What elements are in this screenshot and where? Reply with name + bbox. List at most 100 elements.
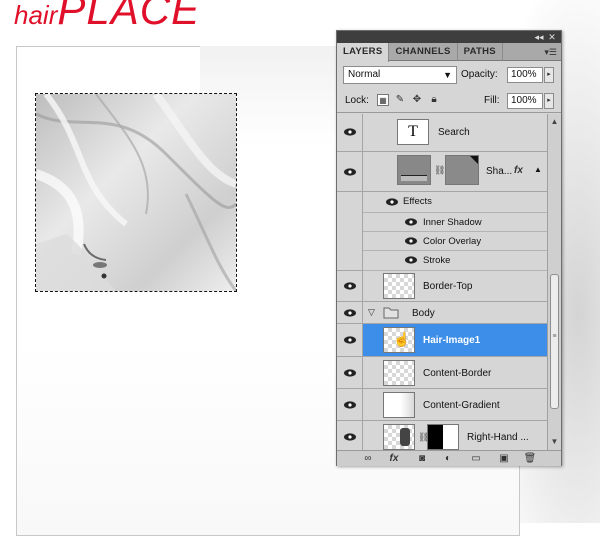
layers-scrollbar[interactable]: ▲ ≡ ▼ xyxy=(547,114,561,450)
collapse-icon[interactable]: ◂◂ xyxy=(533,31,545,43)
effect-stroke[interactable]: Stroke xyxy=(363,251,547,271)
layer-thumb: ☝ xyxy=(383,327,415,353)
eye-icon[interactable] xyxy=(344,282,356,290)
add-mask-icon[interactable]: ◙ xyxy=(415,453,429,465)
logo-large-text: PLACE xyxy=(57,0,201,33)
tab-channels[interactable]: CHANNELS xyxy=(389,43,458,61)
link-layers-icon[interactable]: ∞ xyxy=(361,453,375,465)
collapse-effects-icon[interactable]: ▲ xyxy=(534,165,542,174)
layer-name: Content-Border xyxy=(423,368,492,379)
blend-mode-value: Normal xyxy=(348,69,381,80)
layer-right-hand[interactable]: ⛓ Right-Hand ... xyxy=(337,421,547,450)
eye-icon[interactable] xyxy=(344,369,356,377)
fx-icon[interactable]: fx xyxy=(514,165,523,176)
scroll-thumb[interactable]: ≡ xyxy=(550,274,559,409)
effects-header[interactable]: Effects xyxy=(363,192,547,213)
fill-stepper[interactable]: ▸ xyxy=(544,93,554,109)
blend-mode-select[interactable]: Normal ▼ xyxy=(343,66,457,84)
visibility-cell[interactable] xyxy=(337,421,363,450)
opacity-field[interactable]: 100% xyxy=(507,67,543,83)
logo: hairPLACE xyxy=(14,0,200,34)
visibility-cell[interactable] xyxy=(337,357,363,388)
chevron-down-icon: ▼ xyxy=(443,70,452,80)
lock-all-icon[interactable]: 🔒︎ xyxy=(428,94,440,106)
eye-icon[interactable] xyxy=(344,401,356,409)
eye-icon[interactable] xyxy=(405,256,417,264)
logo-small-text: hair xyxy=(14,0,58,30)
effect-name: Stroke xyxy=(423,255,451,266)
layer-search[interactable]: T Search xyxy=(337,114,547,152)
layer-content-gradient[interactable]: Content-Gradient xyxy=(337,389,547,421)
lock-row: Lock: ▦ ✎ ✥ 🔒︎ Fill: 100% ▸ xyxy=(337,89,561,113)
add-style-icon[interactable]: fx xyxy=(387,453,401,465)
visibility-cell[interactable] xyxy=(337,389,363,420)
layers-list: T Search ⛓ Sha... fx ▲ Effects Inner Sha… xyxy=(337,114,547,450)
scroll-up-icon[interactable]: ▲ xyxy=(549,116,560,128)
layer-name: Body xyxy=(412,308,435,319)
layer-thumb xyxy=(383,392,415,418)
visibility-cell[interactable] xyxy=(337,271,363,301)
fill-label: Fill: xyxy=(484,95,500,106)
link-icon[interactable]: ⛓ xyxy=(434,165,445,176)
close-icon[interactable]: ✕ xyxy=(546,31,558,43)
layer-shape[interactable]: ⛓ Sha... fx ▲ xyxy=(337,152,547,192)
layer-name: Sha... xyxy=(486,166,513,177)
eye-icon[interactable] xyxy=(405,237,417,245)
shape-fill-thumb xyxy=(397,155,431,185)
effects-eye-column xyxy=(337,192,363,271)
opacity-label: Opacity: xyxy=(461,69,498,80)
group-expand-icon[interactable]: ▽ xyxy=(368,307,375,318)
scroll-down-icon[interactable]: ▼ xyxy=(549,436,560,448)
layer-name: Search xyxy=(438,127,470,138)
tab-paths[interactable]: PATHS xyxy=(458,43,503,61)
selection-marquee xyxy=(35,93,237,292)
layers-panel: ◂◂ ✕ LAYERS CHANNELS PATHS ▾☰ Normal ▼ O… xyxy=(336,30,562,466)
panel-menu-icon[interactable]: ▾☰ xyxy=(544,47,557,58)
eye-icon[interactable] xyxy=(344,168,356,176)
eye-icon[interactable] xyxy=(344,128,356,136)
layer-thumb xyxy=(383,424,415,450)
tab-layers[interactable]: LAYERS xyxy=(337,43,390,62)
layer-hair-image1[interactable]: ☝ Hair-Image1 xyxy=(337,324,547,357)
lock-paint-icon[interactable]: ✎ xyxy=(394,94,406,106)
lock-label: Lock: xyxy=(345,95,369,106)
new-layer-icon[interactable]: ▣ xyxy=(497,453,511,465)
layer-group-body[interactable]: ▽ Body xyxy=(337,302,547,324)
effect-inner-shadow[interactable]: Inner Shadow xyxy=(363,213,547,232)
effect-color-overlay[interactable]: Color Overlay xyxy=(363,232,547,251)
panel-tabs: LAYERS CHANNELS PATHS ▾☰ xyxy=(337,43,561,62)
opacity-stepper[interactable]: ▸ xyxy=(544,67,554,83)
visibility-cell[interactable] xyxy=(337,324,363,356)
visibility-cell[interactable] xyxy=(337,114,363,151)
layer-name: Hair-Image1 xyxy=(423,335,481,346)
eye-icon[interactable] xyxy=(405,218,417,226)
blend-row: Normal ▼ Opacity: 100% ▸ xyxy=(337,62,561,88)
folder-icon xyxy=(383,307,399,319)
layer-name: Right-Hand ... xyxy=(467,432,529,443)
adjustment-layer-icon[interactable]: ◐ xyxy=(441,453,455,465)
fill-field[interactable]: 100% xyxy=(507,93,543,109)
layers-bottom-toolbar: ∞ fx ◙ ◐ ▭ ▣ 🗑︎ xyxy=(337,450,561,466)
eye-icon[interactable] xyxy=(344,433,356,441)
layer-border-top[interactable]: Border-Top xyxy=(337,271,547,302)
visibility-cell[interactable] xyxy=(337,302,363,323)
eye-icon[interactable] xyxy=(386,198,398,206)
lock-transparency-icon[interactable]: ▦ xyxy=(377,94,389,106)
effects-label: Effects xyxy=(403,196,432,207)
text-layer-thumb: T xyxy=(397,119,429,145)
panel-titlebar[interactable]: ◂◂ ✕ xyxy=(337,31,561,43)
lock-move-icon[interactable]: ✥ xyxy=(411,94,423,106)
effect-name: Color Overlay xyxy=(423,236,482,247)
eye-icon[interactable] xyxy=(344,336,356,344)
layer-name: Border-Top xyxy=(423,281,473,292)
eye-icon[interactable] xyxy=(344,309,356,317)
layer-thumb xyxy=(383,273,415,299)
layer-name: Content-Gradient xyxy=(423,400,500,411)
visibility-cell[interactable] xyxy=(337,152,363,191)
new-group-icon[interactable]: ▭ xyxy=(469,453,483,465)
layer-content-border[interactable]: Content-Border xyxy=(337,357,547,389)
trash-icon[interactable]: 🗑︎ xyxy=(523,453,537,465)
vector-mask-thumb xyxy=(445,155,479,185)
layer-mask-thumb xyxy=(427,424,459,450)
effect-name: Inner Shadow xyxy=(423,217,482,228)
